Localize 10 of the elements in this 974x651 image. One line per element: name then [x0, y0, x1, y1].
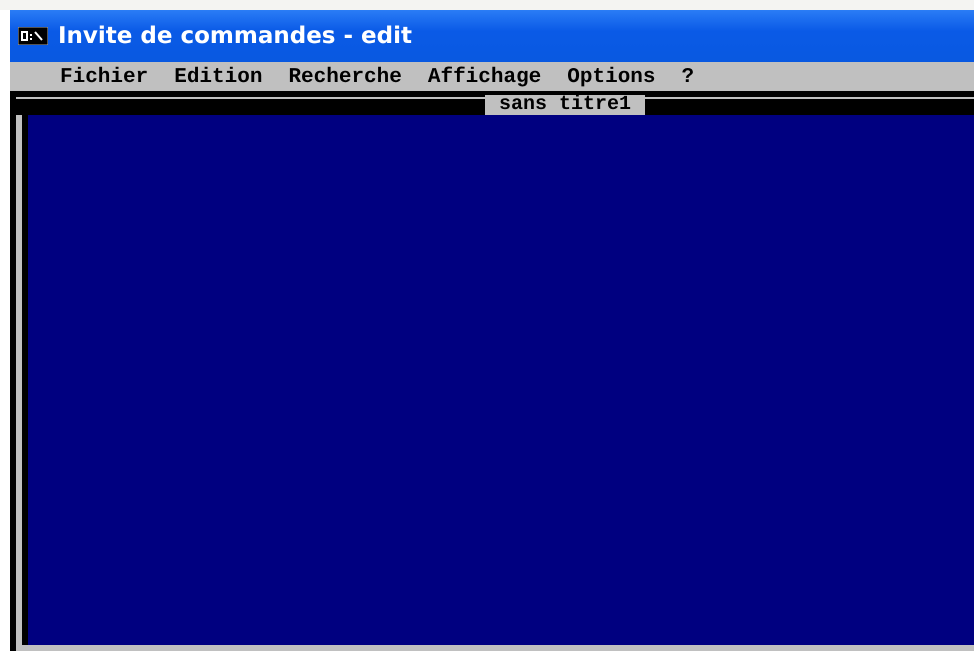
menu-item[interactable]: Edition [174, 66, 262, 89]
menu-item[interactable]: ? [682, 66, 694, 89]
document-title: sans titre1 [484, 95, 646, 115]
menu-item[interactable]: Options [567, 66, 656, 89]
window-title: Invite de commandes - edit [58, 23, 412, 49]
console-icon [18, 27, 48, 45]
menu-item[interactable]: Recherche [288, 66, 402, 89]
text-editor-area[interactable] [16, 115, 974, 645]
menu-item[interactable]: Fichier [60, 66, 148, 89]
menu-item[interactable]: Affichage [428, 66, 542, 89]
